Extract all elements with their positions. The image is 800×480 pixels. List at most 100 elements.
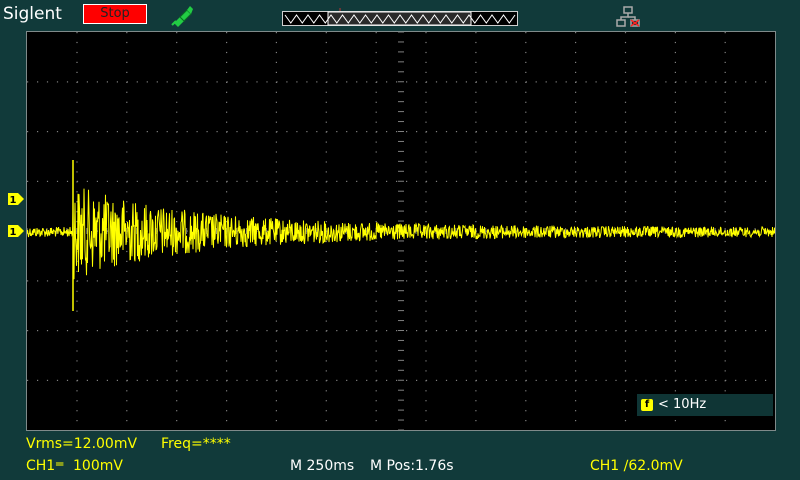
channel-level-icon[interactable]: 1 (8, 225, 24, 237)
ch1-label[interactable]: CH1 (26, 458, 55, 474)
grid-dot (126, 211, 128, 213)
grid-dot (325, 320, 327, 322)
grid-dot (166, 131, 168, 133)
grid-dot (316, 180, 318, 182)
grid-dot (624, 340, 627, 342)
grid-dot (625, 330, 627, 332)
grid-dot (724, 41, 726, 44)
grid-dot (475, 370, 477, 372)
grid-dot (275, 161, 277, 163)
grid-dot (435, 379, 438, 381)
grid-dot (624, 211, 627, 213)
grid-dot (475, 81, 477, 83)
grid-dot (724, 350, 726, 352)
grid-dot (455, 131, 458, 133)
grid-dot (724, 121, 726, 123)
grid-dot (525, 410, 527, 412)
trigger-status[interactable]: CH1 ∕62.0mV (590, 458, 683, 474)
grid-dot (106, 330, 108, 332)
ch1-scale[interactable]: 100mV (73, 458, 123, 474)
grid-dot (475, 410, 477, 412)
grid-dot (296, 330, 298, 332)
grid-dot (585, 180, 587, 182)
grid-dot (156, 379, 158, 381)
waveform-display[interactable]: f < 10Hz (26, 31, 776, 431)
grid-dot (555, 81, 557, 83)
grid-dot (276, 131, 278, 133)
grid-dot (106, 180, 108, 182)
grid-dot (76, 121, 78, 123)
grid-dot (27, 131, 29, 133)
grid-dot (296, 81, 298, 83)
horizontal-position[interactable]: M Pos:1.76s (370, 458, 454, 474)
grid-dot (485, 81, 487, 83)
timebase-scale[interactable]: M 250ms (290, 458, 354, 474)
grid-dot (525, 400, 527, 402)
grid-dot (765, 379, 767, 381)
grid-dot (495, 379, 497, 381)
grid-dot (226, 61, 228, 63)
grid-dot (275, 320, 277, 322)
grid-dot (715, 131, 717, 133)
grid-dot (724, 270, 726, 272)
grid-dot (525, 280, 527, 282)
grid-dot (624, 32, 627, 34)
grid-dot (126, 81, 128, 83)
grid-dot (325, 340, 327, 342)
grid-dot (624, 320, 627, 322)
grid-dot (126, 300, 128, 302)
grid-dot (525, 71, 527, 73)
grid-dot (266, 180, 268, 182)
grid-dot (325, 151, 327, 153)
grid-dot (326, 81, 328, 83)
grid-dot (525, 300, 527, 302)
grid-dot (685, 379, 687, 381)
grid-dot (246, 280, 248, 282)
grid-dot (475, 161, 477, 163)
grid-dot (206, 81, 208, 83)
grid-dot (624, 221, 627, 223)
grid-dot (535, 330, 537, 332)
grid-dot (475, 121, 477, 123)
grid-dot (275, 400, 277, 402)
grid-dot (186, 379, 188, 381)
grid-dot (525, 61, 527, 63)
grid-dot (306, 280, 308, 282)
grid-dot (635, 330, 637, 332)
grid-dot (275, 32, 277, 34)
grid-dot (645, 280, 647, 282)
grid-dot (475, 330, 477, 332)
grid-dot (435, 330, 438, 332)
grid-dot (356, 81, 358, 83)
grid-dot (346, 280, 348, 282)
grid-dot (386, 280, 388, 282)
trigger-level-marker[interactable]: 1 (8, 193, 24, 205)
grid-dot (86, 180, 88, 182)
grid-dot (465, 330, 467, 332)
grid-dot (126, 330, 128, 332)
grid-dot (76, 151, 78, 153)
run-stop-button[interactable]: Stop (83, 4, 147, 24)
grid-dot (76, 320, 78, 322)
grid-dot (275, 420, 277, 422)
grid-dot (525, 420, 527, 422)
grid-dot (525, 201, 527, 203)
grid-dot (176, 300, 178, 302)
grid-dot (674, 340, 676, 342)
grid-dot (325, 51, 327, 54)
grid-dot (196, 131, 198, 133)
grid-dot (375, 420, 377, 422)
grid-dot (535, 280, 537, 282)
grid-dot (575, 32, 577, 34)
grid-dot (375, 410, 377, 412)
grid-dot (555, 131, 557, 133)
grid-dot (76, 379, 79, 381)
grid-dot (624, 101, 627, 103)
grid-dot (376, 379, 378, 381)
grid-dot (465, 280, 467, 282)
grid-dot (575, 201, 577, 203)
grid-dot (375, 51, 377, 54)
grid-dot (725, 131, 727, 133)
grid-dot (275, 250, 277, 253)
grid-dot (66, 180, 69, 182)
